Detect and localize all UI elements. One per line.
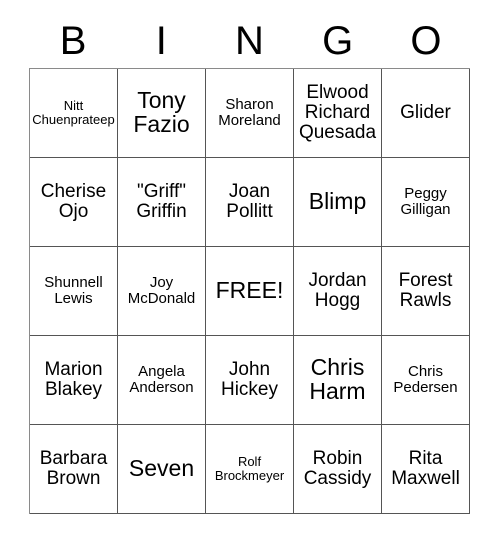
- bingo-cell[interactable]: Seven: [118, 425, 206, 514]
- bingo-cell-label: Barbara Brown: [39, 448, 108, 489]
- bingo-cell-label: Tony Fazio: [133, 87, 190, 137]
- bingo-cell-label: Sharon Moreland: [218, 96, 281, 129]
- bingo-cell-free[interactable]: FREE!: [206, 247, 294, 336]
- bingo-cell[interactable]: Nitt Chuenprateep: [30, 69, 118, 158]
- bingo-cell-label: Shunnell Lewis: [44, 274, 103, 307]
- header-letter-b: B: [59, 19, 87, 63]
- bingo-cell[interactable]: Glider: [382, 69, 470, 158]
- bingo-cell[interactable]: John Hickey: [206, 336, 294, 425]
- bingo-cell-label: Rolf Brockmeyer: [214, 454, 285, 483]
- bingo-cell-label: Peggy Gilligan: [400, 185, 451, 218]
- bingo-cell-label: Chris Pedersen: [393, 363, 458, 396]
- bingo-cell-label: Angela Anderson: [129, 363, 194, 396]
- bingo-cell-label: "Griff" Griffin: [136, 181, 187, 222]
- bingo-cell-label: Glider: [400, 102, 451, 124]
- bingo-cell[interactable]: Chris Harm: [294, 336, 382, 425]
- bingo-free-label: FREE!: [215, 277, 284, 304]
- header-letter-o: O: [410, 19, 442, 63]
- bingo-cell[interactable]: Elwood Richard Quesada: [294, 69, 382, 158]
- bingo-cell[interactable]: "Griff" Griffin: [118, 158, 206, 247]
- bingo-cell-label: Robin Cassidy: [303, 448, 372, 489]
- bingo-cell[interactable]: Angela Anderson: [118, 336, 206, 425]
- bingo-cell-label: Nitt Chuenprateep: [32, 98, 115, 127]
- bingo-cell[interactable]: Forest Rawls: [382, 247, 470, 336]
- bingo-cell-label: Joan Pollitt: [226, 181, 273, 222]
- bingo-cell[interactable]: Shunnell Lewis: [30, 247, 118, 336]
- bingo-cell[interactable]: Barbara Brown: [30, 425, 118, 514]
- bingo-cell-label: John Hickey: [220, 359, 278, 400]
- bingo-cell-label: Marion Blakey: [44, 359, 103, 400]
- bingo-cell[interactable]: Sharon Moreland: [206, 69, 294, 158]
- bingo-cell[interactable]: Rolf Brockmeyer: [206, 425, 294, 514]
- bingo-cell-label: Cherise Ojo: [40, 181, 107, 222]
- bingo-cell-label: Rita Maxwell: [391, 448, 460, 489]
- bingo-header: B I N G O: [29, 14, 470, 68]
- bingo-cell[interactable]: Chris Pedersen: [382, 336, 470, 425]
- bingo-cell[interactable]: Marion Blakey: [30, 336, 118, 425]
- bingo-cell-label: Forest Rawls: [398, 270, 453, 311]
- bingo-card: B I N G O Nitt Chuenprateep Tony Fazio S…: [0, 0, 500, 544]
- bingo-cell-label: Joy McDonald: [127, 274, 196, 307]
- header-letter-n: N: [235, 19, 264, 63]
- header-letter-g: G: [322, 19, 354, 63]
- bingo-cell-label: Jordan Hogg: [308, 270, 367, 311]
- bingo-cell[interactable]: Jordan Hogg: [294, 247, 382, 336]
- header-letter-i: I: [155, 19, 167, 63]
- bingo-cell-label: Elwood Richard Quesada: [298, 82, 377, 143]
- bingo-cell[interactable]: Robin Cassidy: [294, 425, 382, 514]
- bingo-grid: Nitt Chuenprateep Tony Fazio Sharon More…: [29, 68, 470, 514]
- bingo-cell[interactable]: Joy McDonald: [118, 247, 206, 336]
- bingo-cell[interactable]: Joan Pollitt: [206, 158, 294, 247]
- bingo-cell[interactable]: Tony Fazio: [118, 69, 206, 158]
- bingo-cell[interactable]: Cherise Ojo: [30, 158, 118, 247]
- bingo-cell-label: Blimp: [308, 188, 367, 215]
- bingo-cell-label: Seven: [128, 455, 195, 482]
- bingo-cell[interactable]: Peggy Gilligan: [382, 158, 470, 247]
- bingo-cell-label: Chris Harm: [309, 354, 366, 404]
- bingo-cell[interactable]: Rita Maxwell: [382, 425, 470, 514]
- bingo-cell[interactable]: Blimp: [294, 158, 382, 247]
